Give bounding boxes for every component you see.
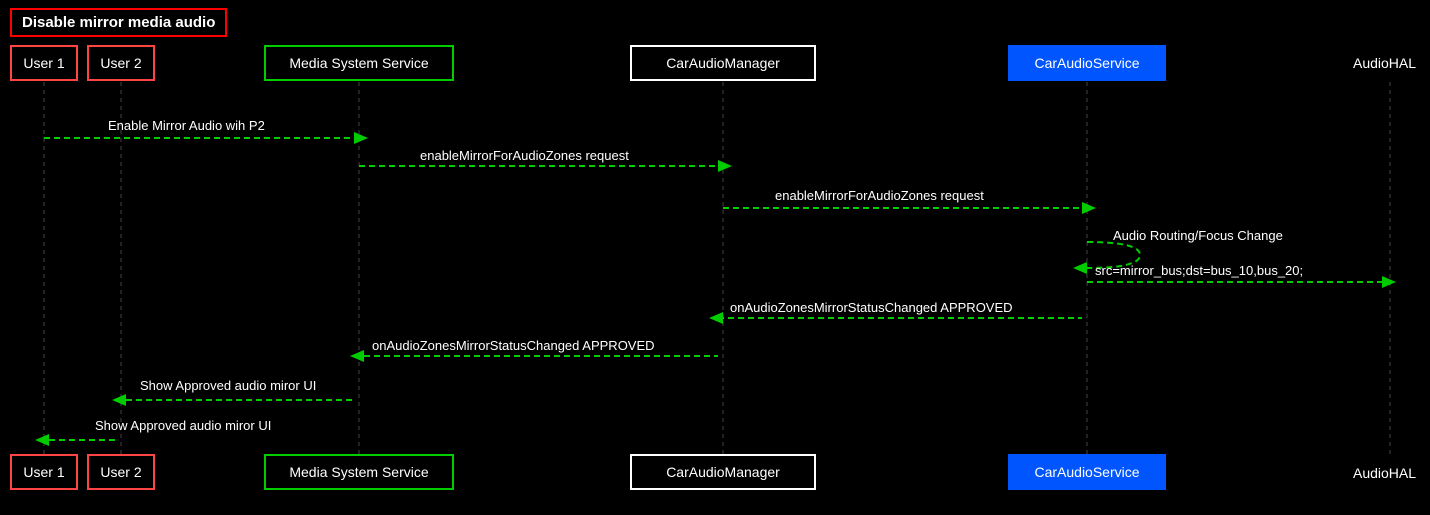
diagram-svg <box>0 0 1430 515</box>
msg-enable-mirror-zones-1: enableMirrorForAudioZones request <box>420 148 629 163</box>
sequence-diagram: Disable mirror media audio User 1 User 2… <box>0 0 1430 515</box>
msg-src-mirror: src=mirror_bus;dst=bus_10,bus_20; <box>1095 263 1303 278</box>
msg-on-audio-zones-1: onAudioZonesMirrorStatusChanged APPROVED <box>730 300 1013 315</box>
msg-show-approved-2: Show Approved audio miror UI <box>95 418 271 433</box>
msg-enable-mirror-zones-2: enableMirrorForAudioZones request <box>775 188 984 203</box>
msg-enable-mirror-audio: Enable Mirror Audio wih P2 <box>108 118 265 133</box>
msg-on-audio-zones-2: onAudioZonesMirrorStatusChanged APPROVED <box>372 338 655 353</box>
msg-show-approved-1: Show Approved audio miror UI <box>140 378 316 393</box>
msg-audio-routing: Audio Routing/Focus Change <box>1113 228 1283 243</box>
